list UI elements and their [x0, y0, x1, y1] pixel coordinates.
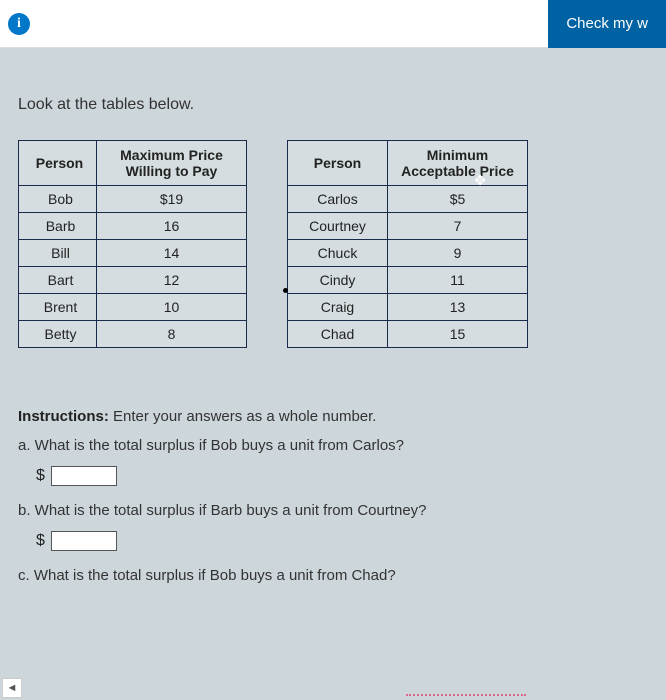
table-row: Chad15 — [288, 321, 528, 348]
instructions-label: Instructions: — [18, 408, 109, 425]
table-row: Bob$19 — [19, 186, 247, 213]
intro-text: Look at the tables below. — [18, 96, 648, 114]
content-area: Look at the tables below. Person Maximum… — [0, 48, 666, 584]
dollar-sign: $ — [36, 467, 45, 485]
table2-head-price: Minimum Acceptable Price — [388, 141, 528, 186]
instructions-text: Enter your answers as a whole number. — [109, 408, 377, 425]
table-row: Bill14 — [19, 240, 247, 267]
answer-row-b: $ — [36, 531, 648, 551]
table1-head-price: Maximum Price Willing to Pay — [97, 141, 247, 186]
table-row: Betty8 — [19, 321, 247, 348]
question-c: c. What is the total surplus if Bob buys… — [18, 567, 648, 584]
top-toolbar: i Check my w — [0, 0, 666, 48]
table-row: Cindy11 — [288, 267, 528, 294]
question-b: b. What is the total surplus if Barb buy… — [18, 502, 648, 519]
dotted-underline — [406, 694, 526, 696]
answer-input-b[interactable] — [51, 531, 117, 551]
table1-head-person: Person — [19, 141, 97, 186]
pointer-dot-icon — [283, 288, 288, 293]
table-row: Brent10 — [19, 294, 247, 321]
table-row: Carlos$5 — [288, 186, 528, 213]
demand-table: Person Maximum Price Willing to Pay Bob$… — [18, 140, 247, 348]
check-my-work-button[interactable]: Check my w — [548, 0, 666, 48]
table-row: Barb16 — [19, 213, 247, 240]
cursor-icon: ✥ — [474, 172, 486, 189]
tables-container: Person Maximum Price Willing to Pay Bob$… — [18, 140, 648, 348]
table2-head-person: Person — [288, 141, 388, 186]
answer-row-a: $ — [36, 466, 648, 486]
table-row: Courtney7 — [288, 213, 528, 240]
answer-input-a[interactable] — [51, 466, 117, 486]
question-a: a. What is the total surplus if Bob buys… — [18, 437, 648, 454]
dollar-sign: $ — [36, 532, 45, 550]
prev-arrow-button[interactable]: ◄ — [2, 678, 22, 698]
supply-table: Person Minimum Acceptable Price Carlos$5… — [287, 140, 528, 348]
instructions-line: Instructions: Enter your answers as a wh… — [18, 408, 648, 425]
table-row: Craig13 — [288, 294, 528, 321]
table-row: Bart12 — [19, 267, 247, 294]
table-row: Chuck9 — [288, 240, 528, 267]
info-icon[interactable]: i — [8, 13, 30, 35]
